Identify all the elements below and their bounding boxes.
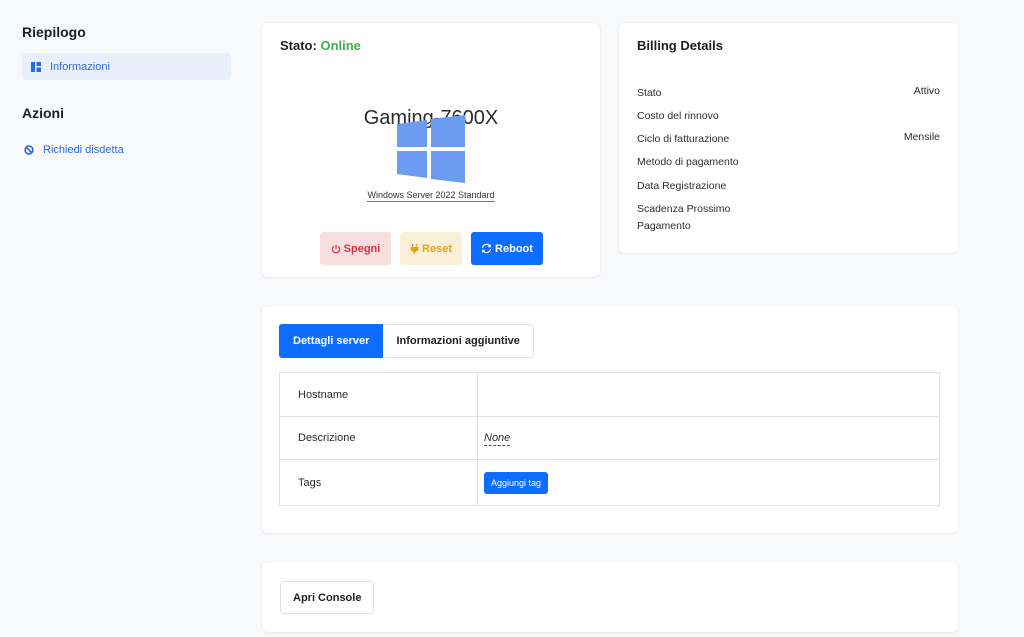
billing-label: Metodo di pagamento bbox=[637, 156, 739, 168]
tags-label: Tags bbox=[279, 459, 478, 506]
sidebar-item-informazioni[interactable]: Informazioni bbox=[22, 53, 231, 80]
billing-row: Costo del rinnovo bbox=[637, 108, 940, 125]
status-line: Stato: Online bbox=[280, 38, 361, 53]
hostname-label: Hostname bbox=[279, 372, 478, 417]
console-card: Apri Console bbox=[262, 562, 958, 632]
reboot-label: Reboot bbox=[495, 242, 533, 255]
sidebar: Riepilogo Informazioni Azioni Richiedi d… bbox=[22, 24, 231, 163]
billing-row: Data Registrazione bbox=[637, 178, 940, 195]
shutdown-label: Spegni bbox=[343, 242, 381, 255]
dashboard-icon bbox=[31, 61, 41, 72]
billing-row: Scadenza Prossimo Pagamento bbox=[637, 201, 940, 235]
billing-label: Costo del rinnovo bbox=[637, 110, 719, 122]
reset-label: Reset bbox=[422, 242, 452, 255]
summary-heading: Riepilogo bbox=[22, 24, 86, 40]
power-actions: Spegni Reset Reboot bbox=[320, 232, 543, 265]
billing-value: Mensile bbox=[903, 131, 940, 143]
description-label: Descrizione bbox=[279, 416, 478, 460]
status-value: Online bbox=[320, 38, 361, 53]
tags-cell: Aggiungi tag bbox=[478, 460, 940, 506]
sidebar-item-label: Richiedi disdetta bbox=[43, 143, 124, 156]
details-tabs: Dettagli server Informazioni aggiuntive bbox=[279, 324, 534, 358]
table-row: Tags Aggiungi tag bbox=[279, 459, 940, 506]
reboot-button[interactable]: Reboot bbox=[471, 232, 543, 265]
sidebar-item-richiedi-disdetta[interactable]: Richiedi disdetta bbox=[22, 136, 231, 163]
billing-row: Ciclo di fatturazione Mensile bbox=[637, 131, 940, 148]
reset-button[interactable]: Reset bbox=[400, 232, 462, 265]
billing-label: Ciclo di fatturazione bbox=[637, 133, 730, 145]
billing-value: Attivo bbox=[913, 85, 940, 97]
os-name-link[interactable]: Windows Server 2022 Standard bbox=[262, 190, 600, 202]
open-console-button[interactable]: Apri Console bbox=[280, 581, 375, 614]
server-details-card: Dettagli server Informazioni aggiuntive … bbox=[262, 306, 958, 533]
actions-heading: Azioni bbox=[22, 105, 64, 121]
windows-logo-icon bbox=[397, 115, 465, 183]
table-row: Descrizione None bbox=[279, 416, 940, 460]
server-info-table: Hostname Descrizione None Tags Aggiungi … bbox=[279, 372, 940, 506]
hostname-value bbox=[477, 372, 940, 417]
description-cell: None bbox=[477, 416, 940, 460]
plug-icon bbox=[410, 243, 419, 254]
billing-details-card: Billing Details Stato Attivo Costo del r… bbox=[619, 23, 958, 253]
billing-label: Stato bbox=[637, 87, 662, 99]
tab-informazioni-aggiuntive[interactable]: Informazioni aggiuntive bbox=[383, 324, 534, 358]
os-name: Windows Server 2022 Standard bbox=[367, 190, 495, 202]
billing-label: Scadenza Prossimo Pagamento bbox=[637, 203, 731, 232]
power-icon bbox=[331, 244, 340, 253]
billing-title: Billing Details bbox=[637, 38, 723, 53]
tab-dettagli-server[interactable]: Dettagli server bbox=[279, 324, 384, 358]
description-value[interactable]: None bbox=[484, 432, 511, 446]
shutdown-button[interactable]: Spegni bbox=[320, 232, 391, 265]
ban-icon bbox=[24, 144, 34, 155]
table-row: Hostname bbox=[279, 372, 940, 417]
billing-label: Data Registrazione bbox=[637, 180, 727, 192]
refresh-icon bbox=[481, 243, 492, 254]
billing-row: Metodo di pagamento bbox=[637, 154, 940, 171]
status-label: Stato: bbox=[280, 38, 317, 53]
sidebar-item-label: Informazioni bbox=[50, 60, 110, 73]
add-tag-button[interactable]: Aggiungi tag bbox=[484, 471, 549, 494]
server-status-card: Stato: Online Gaming-7600X Windows Serve… bbox=[262, 23, 600, 277]
billing-row: Stato Attivo bbox=[637, 85, 940, 102]
